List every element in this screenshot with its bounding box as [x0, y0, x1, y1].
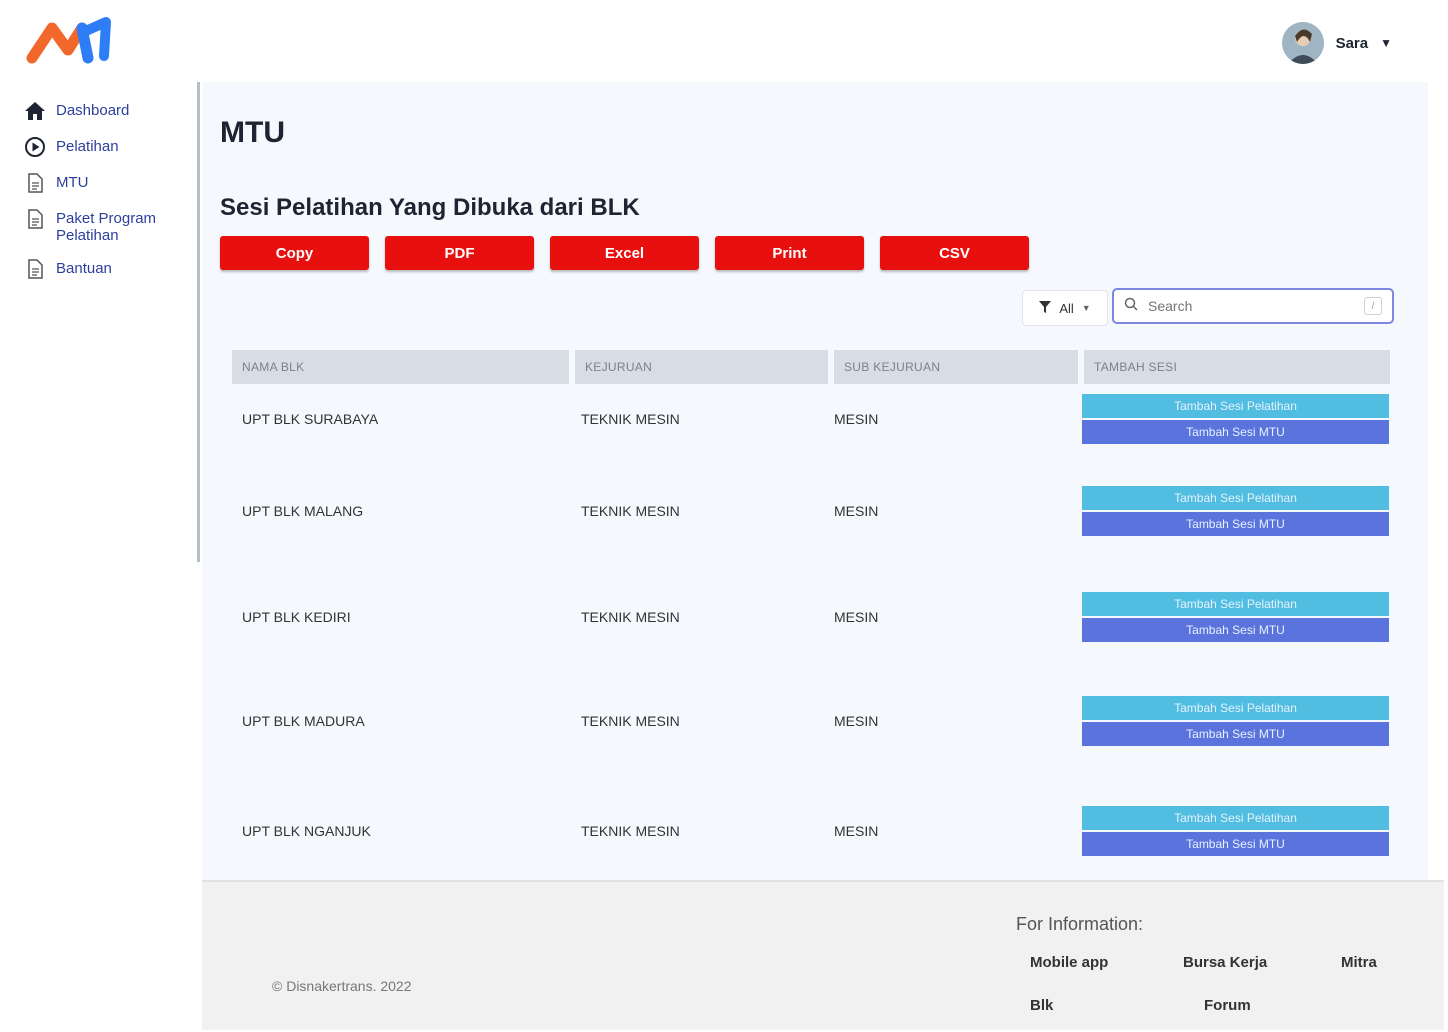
cell-nama-blk: UPT BLK MADURA [242, 713, 365, 729]
filter-icon [1039, 300, 1052, 316]
sidebar-item-pelatihan[interactable]: Pelatihan [0, 136, 198, 158]
search-icon [1124, 297, 1138, 316]
page-title: MTU [220, 116, 285, 149]
sidebar-item-label: Pelatihan [56, 138, 119, 155]
copy-button[interactable]: Copy [220, 236, 369, 270]
sidebar: Dashboard Pelatihan MTU Paket Program Pe… [0, 100, 198, 294]
cell-nama-blk: UPT BLK NGANJUK [242, 823, 371, 839]
table-row: UPT BLK KEDIRI TEKNIK MESIN MESIN Tambah… [232, 592, 1390, 642]
print-button[interactable]: Print [715, 236, 864, 270]
footer-link-bursa-kerja[interactable]: Bursa Kerja [1183, 954, 1267, 971]
tambah-sesi-mtu-button[interactable]: Tambah Sesi MTU [1082, 618, 1389, 642]
footer-link-mitra[interactable]: Mitra [1341, 954, 1377, 971]
tambah-sesi-pelatihan-button[interactable]: Tambah Sesi Pelatihan [1082, 806, 1389, 830]
table-row: UPT BLK MADURA TEKNIK MESIN MESIN Tambah… [232, 696, 1390, 746]
cell-kejuruan: TEKNIK MESIN [581, 503, 680, 519]
tambah-sesi-mtu-button[interactable]: Tambah Sesi MTU [1082, 722, 1389, 746]
sidebar-item-label: Bantuan [56, 260, 112, 277]
sidebar-divider [197, 82, 200, 562]
tambah-sesi-mtu-button[interactable]: Tambah Sesi MTU [1082, 832, 1389, 856]
cell-kejuruan: TEKNIK MESIN [581, 713, 680, 729]
main-content: MTU Sesi Pelatihan Yang Dibuka dari BLK … [202, 82, 1428, 880]
cell-kejuruan: TEKNIK MESIN [581, 609, 680, 625]
cell-sub-kejuruan: MESIN [834, 411, 879, 427]
tambah-sesi-pelatihan-button[interactable]: Tambah Sesi Pelatihan [1082, 592, 1389, 616]
chevron-down-icon[interactable]: ▼ [1380, 36, 1392, 50]
row-actions: Tambah Sesi Pelatihan Tambah Sesi MTU [1082, 696, 1389, 746]
row-actions: Tambah Sesi Pelatihan Tambah Sesi MTU [1082, 486, 1389, 536]
cell-sub-kejuruan: MESIN [834, 823, 879, 839]
document-icon [24, 258, 46, 280]
brand-logo[interactable] [26, 16, 116, 66]
chevron-down-icon: ▼ [1081, 303, 1091, 313]
sidebar-item-mtu[interactable]: MTU [0, 172, 198, 194]
row-actions: Tambah Sesi Pelatihan Tambah Sesi MTU [1082, 592, 1389, 642]
copyright-text: © Disnakertrans. 2022 [272, 978, 412, 994]
play-circle-icon [24, 136, 46, 158]
tambah-sesi-pelatihan-button[interactable]: Tambah Sesi Pelatihan [1082, 696, 1389, 720]
cell-nama-blk: UPT BLK KEDIRI [242, 609, 351, 625]
column-header-tambah-sesi[interactable]: TAMBAH SESI [1084, 350, 1390, 384]
search-shortcut-hint: / [1364, 297, 1382, 315]
filter-dropdown[interactable]: All ▼ [1022, 290, 1108, 326]
user-menu[interactable]: Sara ▼ [1281, 22, 1392, 64]
export-toolbar: Copy PDF Excel Print CSV [220, 236, 1029, 270]
tambah-sesi-mtu-button[interactable]: Tambah Sesi MTU [1082, 420, 1389, 444]
footer-link-forum[interactable]: Forum [1204, 997, 1251, 1014]
excel-button[interactable]: Excel [550, 236, 699, 270]
tambah-sesi-pelatihan-button[interactable]: Tambah Sesi Pelatihan [1082, 486, 1389, 510]
search-input[interactable] [1146, 297, 1356, 315]
tambah-sesi-pelatihan-button[interactable]: Tambah Sesi Pelatihan [1082, 394, 1389, 418]
row-actions: Tambah Sesi Pelatihan Tambah Sesi MTU [1082, 394, 1389, 444]
user-name[interactable]: Sara [1336, 35, 1369, 52]
section-title: Sesi Pelatihan Yang Dibuka dari BLK [220, 194, 640, 221]
sidebar-item-paket-program[interactable]: Paket Program Pelatihan [0, 208, 198, 244]
column-header-sub-kejuruan[interactable]: SUB KEJURUAN [834, 350, 1078, 384]
cell-nama-blk: UPT BLK MALANG [242, 503, 364, 519]
home-icon [24, 100, 46, 122]
table-row: UPT BLK MALANG TEKNIK MESIN MESIN Tambah… [232, 486, 1390, 536]
footer-link-mobile-app[interactable]: Mobile app [1030, 954, 1108, 971]
sidebar-item-bantuan[interactable]: Bantuan [0, 258, 198, 280]
column-header-nama-blk[interactable]: NAMA BLK [232, 350, 569, 384]
cell-sub-kejuruan: MESIN [834, 503, 879, 519]
document-icon [24, 172, 46, 194]
cell-kejuruan: TEKNIK MESIN [581, 411, 680, 427]
table-row: UPT BLK NGANJUK TEKNIK MESIN MESIN Tamba… [232, 806, 1390, 856]
footer: © Disnakertrans. 2022 For Information: M… [202, 880, 1444, 1030]
document-icon [24, 208, 46, 230]
tambah-sesi-mtu-button[interactable]: Tambah Sesi MTU [1082, 512, 1389, 536]
cell-sub-kejuruan: MESIN [834, 609, 879, 625]
cell-sub-kejuruan: MESIN [834, 713, 879, 729]
sidebar-item-label: MTU [56, 174, 89, 191]
sidebar-item-label: Paket Program Pelatihan [56, 210, 157, 244]
avatar[interactable] [1281, 22, 1324, 64]
sidebar-item-dashboard[interactable]: Dashboard [0, 100, 198, 122]
footer-info-title: For Information: [1016, 914, 1144, 934]
pdf-button[interactable]: PDF [385, 236, 534, 270]
filter-value: All [1059, 300, 1074, 316]
footer-link-blk[interactable]: Blk [1030, 997, 1053, 1014]
cell-kejuruan: TEKNIK MESIN [581, 823, 680, 839]
column-header-kejuruan[interactable]: KEJURUAN [575, 350, 828, 384]
row-actions: Tambah Sesi Pelatihan Tambah Sesi MTU [1082, 806, 1389, 856]
cell-nama-blk: UPT BLK SURABAYA [242, 411, 379, 427]
csv-button[interactable]: CSV [880, 236, 1029, 270]
search-box[interactable]: / [1112, 288, 1394, 324]
table-header: NAMA BLK KEJURUAN SUB KEJURUAN TAMBAH SE… [232, 350, 1390, 384]
table-row: UPT BLK SURABAYA TEKNIK MESIN MESIN Tamb… [232, 394, 1390, 444]
sidebar-item-label: Dashboard [56, 102, 130, 119]
